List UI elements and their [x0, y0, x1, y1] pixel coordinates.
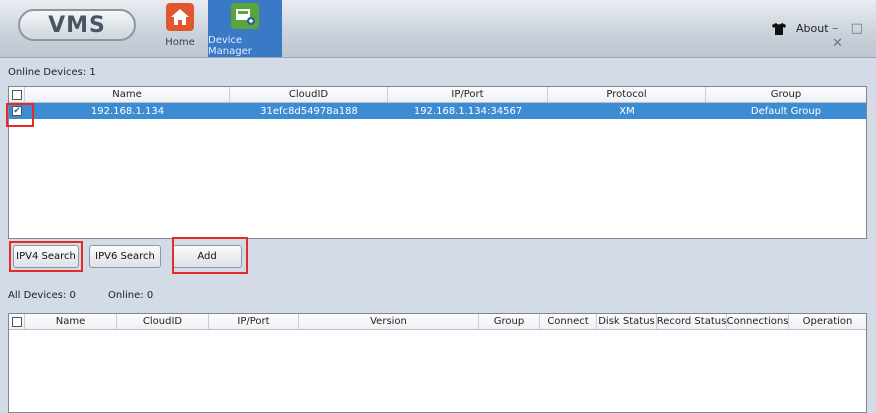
top-bar: VMS Home Device Manager About – □ ✕	[0, 0, 876, 58]
all-table-header: Name CloudID IP/Port Version Group Conne…	[9, 314, 866, 330]
online-text: Online:	[108, 290, 144, 301]
select-all-checkbox[interactable]	[11, 89, 22, 100]
window-controls[interactable]: – □ ✕	[832, 21, 876, 51]
row-checkbox[interactable]: ✔	[12, 106, 22, 116]
col-record-status: Record Status	[657, 314, 727, 329]
device-manager-icon	[231, 3, 259, 29]
online-devices-label: Online Devices: 1	[8, 67, 96, 78]
col-ipport: IP/Port	[388, 87, 548, 102]
col-name: Name	[25, 87, 230, 102]
row-cloudid: 31efc8d54978a188	[260, 105, 358, 117]
online-devices-table: Name CloudID IP/Port Protocol Group ✔ 19…	[8, 86, 867, 239]
col-name: Name	[25, 314, 117, 329]
col-group: Group	[770, 89, 802, 100]
col-cloudid: CloudID	[230, 87, 388, 102]
all-devices-text: All Devices:	[8, 290, 67, 301]
online-table-header: Name CloudID IP/Port Protocol Group	[9, 87, 866, 103]
add-button[interactable]: Add	[172, 245, 242, 268]
about-button[interactable]: About	[772, 22, 829, 35]
home-icon	[166, 3, 194, 31]
col-connect: Connect	[540, 314, 597, 329]
nav-home-label: Home	[165, 37, 195, 48]
all-devices-count: 0	[69, 290, 76, 301]
col-group: Group	[479, 314, 540, 329]
online-count-label: Online: 0	[108, 290, 153, 301]
col-protocol: Protocol	[548, 87, 706, 102]
col-ipport: IP/Port	[209, 314, 299, 329]
row-protocol: XM	[619, 105, 635, 117]
all-select-all[interactable]	[9, 314, 25, 329]
nav-home[interactable]: Home	[144, 0, 216, 57]
ipv6-search-button[interactable]: IPV6 Search	[89, 245, 161, 268]
col-connections: Connections	[727, 314, 789, 329]
about-label: About	[796, 22, 829, 35]
online-select-all[interactable]	[9, 87, 25, 102]
nav-device-manager-label: Device Manager	[208, 35, 252, 57]
col-disk-status: Disk Status	[597, 314, 657, 329]
table-row[interactable]: ✔ 192.168.1.134 31efc8d54978a188 192.168…	[9, 103, 866, 119]
col-operation: Operation	[802, 316, 853, 327]
logo-text: VMS	[48, 12, 106, 38]
shirt-icon	[772, 22, 786, 35]
online-count: 0	[146, 290, 154, 301]
col-cloudid: CloudID	[117, 314, 209, 329]
col-version: Version	[299, 314, 479, 329]
row-name: 192.168.1.134	[90, 105, 165, 117]
online-devices-count: 1	[89, 67, 96, 78]
app-logo: VMS	[18, 9, 136, 41]
online-devices-text: Online Devices:	[8, 67, 87, 78]
ipv4-search-button[interactable]: IPV4 Search	[13, 245, 79, 268]
all-devices-label: All Devices: 0	[8, 290, 76, 301]
row-ipport: 192.168.1.134:34567	[413, 105, 523, 117]
row-checkbox-cell[interactable]: ✔	[9, 103, 25, 119]
nav-device-manager[interactable]: Device Manager	[208, 0, 282, 57]
all-select-all-checkbox[interactable]	[11, 316, 22, 327]
row-group: Default Group	[750, 105, 822, 117]
all-devices-table: Name CloudID IP/Port Version Group Conne…	[8, 313, 867, 413]
